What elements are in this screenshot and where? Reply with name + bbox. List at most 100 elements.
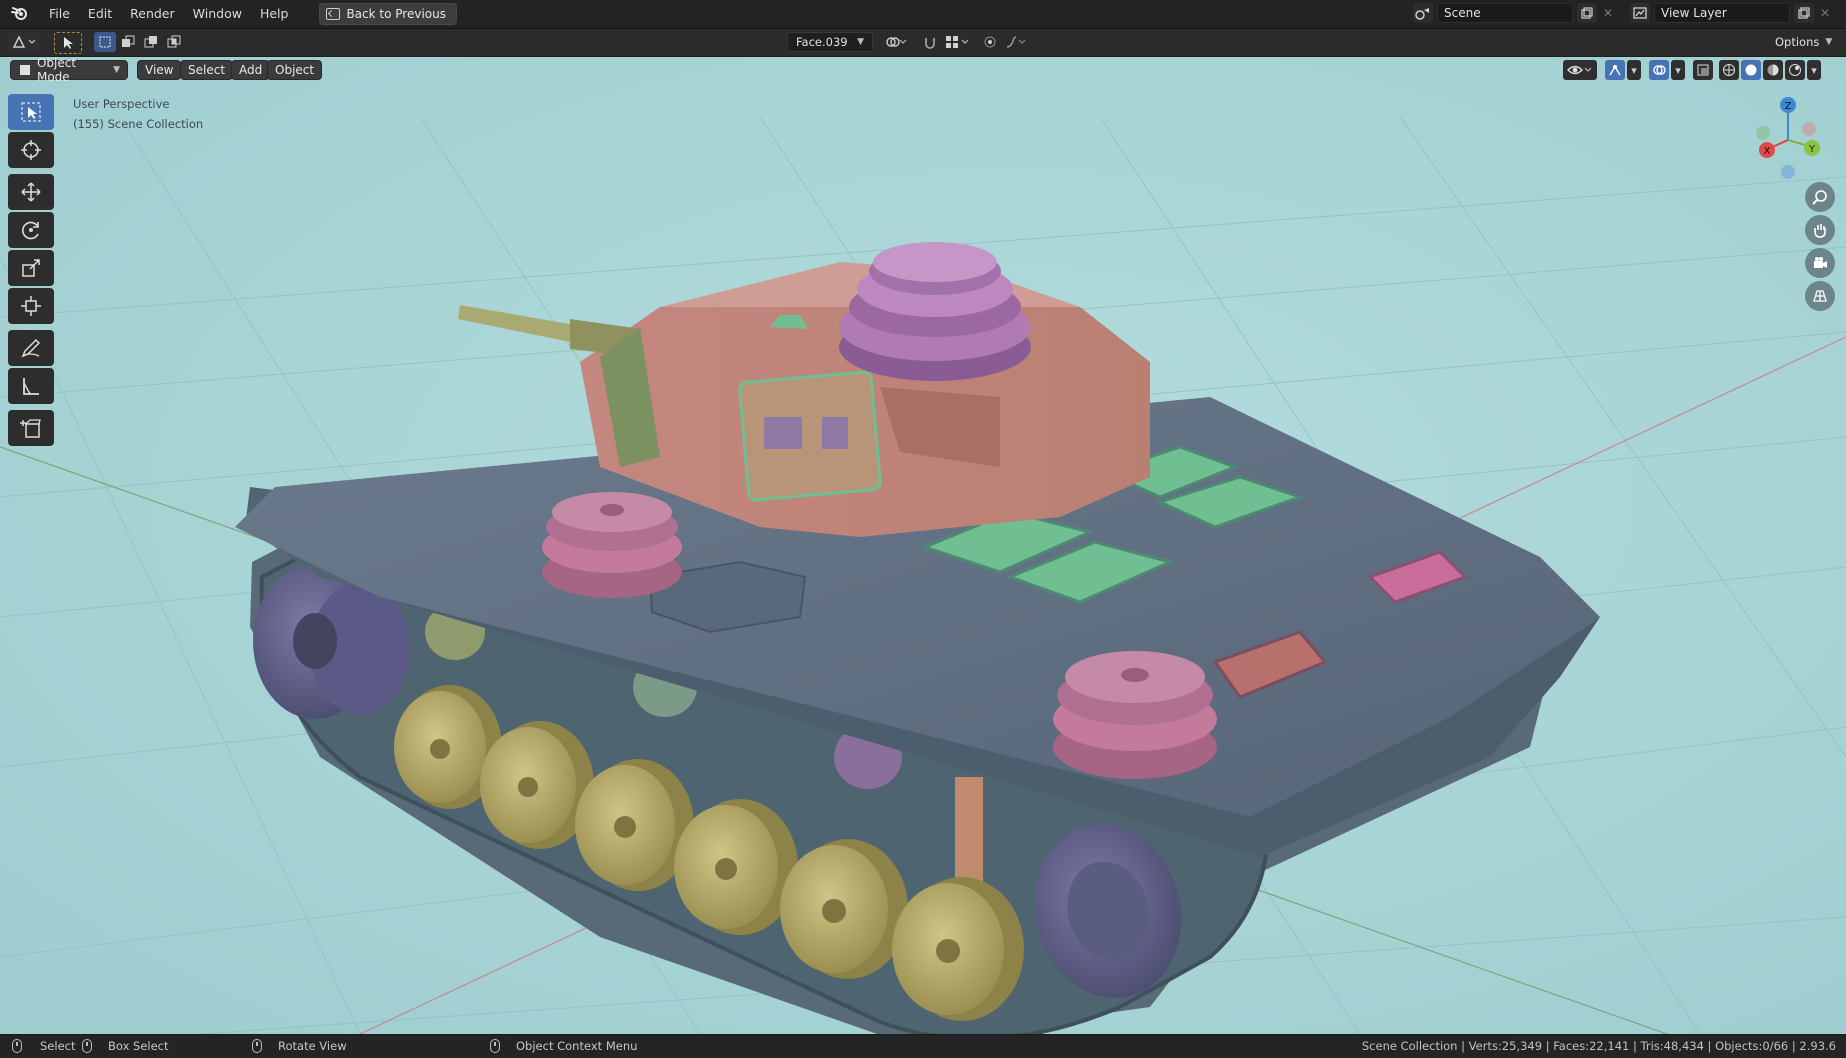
add-cube-tool[interactable] xyxy=(8,410,54,446)
perspective-toggle-grid-icon[interactable] xyxy=(1805,281,1835,311)
collection-label: (155) Scene Collection xyxy=(73,117,204,131)
editor-type-icon[interactable] xyxy=(8,32,40,52)
gizmo-neg-z-axis[interactable] xyxy=(1781,165,1795,179)
mouse-middle-icon xyxy=(252,1039,262,1053)
scene-selector: Scene ✕ xyxy=(1413,3,1615,23)
status-box-select-label: Box Select xyxy=(108,1039,169,1053)
top-menu-bar: File Edit Render Window Help Back to Pre… xyxy=(0,0,1846,29)
tool-shelf xyxy=(8,94,56,448)
status-select-hint: Select xyxy=(12,1039,75,1053)
3d-viewport[interactable]: Object Mode ▼ View Select Add Object ▾ ▾ xyxy=(0,57,1846,1034)
select-mode-intersect-icon[interactable] xyxy=(163,32,185,52)
gizmo-neg-y-axis[interactable] xyxy=(1756,126,1770,140)
perspective-label: User Perspective xyxy=(73,97,170,111)
annotate-tool[interactable] xyxy=(8,330,54,366)
gizmo-z-label: Z xyxy=(1785,101,1792,112)
object-menu[interactable]: Object xyxy=(267,60,323,80)
select-menu[interactable]: Select xyxy=(180,60,234,80)
select-tool-icon[interactable] xyxy=(54,32,82,54)
chevron-down-icon: ▼ xyxy=(857,37,864,47)
new-scene-icon[interactable] xyxy=(1577,3,1597,23)
viewport-info: User Perspective (155) Scene Collection xyxy=(73,94,203,134)
add-menu[interactable]: Add xyxy=(231,60,271,80)
navigation-gizmo[interactable]: Z Y X xyxy=(1743,95,1833,185)
rotate-tool[interactable] xyxy=(8,212,54,248)
snap-target-icon[interactable] xyxy=(942,32,972,52)
new-view-layer-icon[interactable] xyxy=(1794,3,1814,23)
select-mode-subtract-icon[interactable] xyxy=(140,32,162,52)
select-box-tool[interactable] xyxy=(8,94,54,130)
status-bar: Select Box Select Rotate View Object Con… xyxy=(0,1034,1846,1058)
mouse-right-icon xyxy=(490,1039,500,1053)
close-view-layer-icon[interactable]: ✕ xyxy=(1818,6,1832,20)
xray-toggle-icon[interactable] xyxy=(1693,60,1713,80)
transform-pivot-icon[interactable] xyxy=(882,32,910,52)
view-layer-selector: View Layer ✕ xyxy=(1630,3,1832,23)
gizmo-toggle-icon[interactable] xyxy=(1605,60,1625,80)
move-tool[interactable] xyxy=(8,174,54,210)
scale-tool[interactable] xyxy=(8,250,54,286)
overlay-toggle-icon[interactable] xyxy=(1649,60,1669,80)
status-box-select-hint: Box Select xyxy=(82,1039,169,1053)
status-context-menu-hint: Object Context Menu xyxy=(490,1039,637,1053)
gizmo-neg-x-axis[interactable] xyxy=(1802,122,1816,136)
menu-file[interactable]: File xyxy=(40,3,79,25)
object-mode-icon xyxy=(20,65,30,75)
face-selector-dropdown[interactable]: Face.039 ▼ xyxy=(787,32,873,52)
mouse-drag-icon xyxy=(82,1039,92,1053)
menu-help[interactable]: Help xyxy=(251,3,298,25)
falloff-curve-icon[interactable] xyxy=(1003,32,1029,52)
object-mode-label: Object Mode xyxy=(36,57,77,84)
viewport-scene xyxy=(0,57,1846,1034)
suspension-arm xyxy=(955,777,983,887)
scene-statistics: Scene Collection | Verts:25,349 | Faces:… xyxy=(1361,1039,1836,1053)
chevron-down-icon[interactable]: ▾ xyxy=(1627,60,1641,80)
menu-edit[interactable]: Edit xyxy=(79,3,121,25)
viewport-header: Object Mode ▼ View Select Add Object ▾ ▾ xyxy=(0,57,1846,84)
turret-side-door xyxy=(738,370,882,502)
spare-wheel-front xyxy=(542,492,682,598)
scene-name-field[interactable]: Scene xyxy=(1437,3,1573,23)
blender-logo-icon[interactable] xyxy=(10,4,30,24)
viewport-overlay-controls: ▾ ▾ ▾ xyxy=(1563,60,1821,80)
status-rotate-view-hint: Rotate View xyxy=(252,1039,347,1053)
object-mode-dropdown[interactable]: Object Mode ▼ xyxy=(10,57,128,84)
chevron-down-icon[interactable]: ▾ xyxy=(1671,60,1685,80)
menu-window[interactable]: Window xyxy=(184,3,251,25)
solid-shading-icon[interactable] xyxy=(1741,60,1761,80)
mouse-left-icon xyxy=(12,1039,22,1053)
view-menu[interactable]: View xyxy=(137,60,182,80)
menu-render[interactable]: Render xyxy=(121,3,184,25)
cursor-tool[interactable] xyxy=(8,132,54,168)
spare-wheel-rear xyxy=(1053,651,1217,779)
back-arrow-icon xyxy=(326,8,341,20)
turret-vision-slot xyxy=(764,417,802,449)
chevron-down-icon: ▼ xyxy=(1825,37,1833,47)
gizmo-x-label: X xyxy=(1764,146,1771,157)
wireframe-shading-icon[interactable] xyxy=(1719,60,1739,80)
turret-vision-slot xyxy=(822,417,848,449)
visibility-eye-icon[interactable] xyxy=(1563,60,1597,80)
view-layer-name-field[interactable]: View Layer xyxy=(1654,3,1790,23)
options-dropdown[interactable]: Options ▼ xyxy=(1766,32,1838,52)
scene-icon[interactable] xyxy=(1413,3,1433,23)
gizmo-y-label: Y xyxy=(1808,144,1816,155)
status-select-label: Select xyxy=(40,1039,76,1053)
transform-tool[interactable] xyxy=(8,288,54,324)
chevron-down-icon[interactable]: ▾ xyxy=(1807,60,1821,80)
select-mode-extend-icon[interactable] xyxy=(117,32,139,52)
proportional-edit-icon[interactable] xyxy=(980,32,1000,52)
pan-view-hand-icon[interactable] xyxy=(1805,215,1835,245)
back-to-previous-button[interactable]: Back to Previous xyxy=(319,3,457,25)
camera-view-icon[interactable] xyxy=(1805,248,1835,278)
face-selector-label: Face.039 xyxy=(796,35,848,49)
view-layer-icon[interactable] xyxy=(1630,3,1650,23)
options-label: Options xyxy=(1775,35,1820,49)
material-preview-icon[interactable] xyxy=(1763,60,1783,80)
select-mode-new-icon[interactable] xyxy=(94,32,116,52)
snap-toggle-icon[interactable] xyxy=(920,32,940,52)
zoom-view-icon[interactable] xyxy=(1805,182,1835,212)
measure-tool[interactable] xyxy=(8,368,54,404)
close-scene-icon[interactable]: ✕ xyxy=(1601,6,1615,20)
rendered-shading-icon[interactable] xyxy=(1785,60,1805,80)
